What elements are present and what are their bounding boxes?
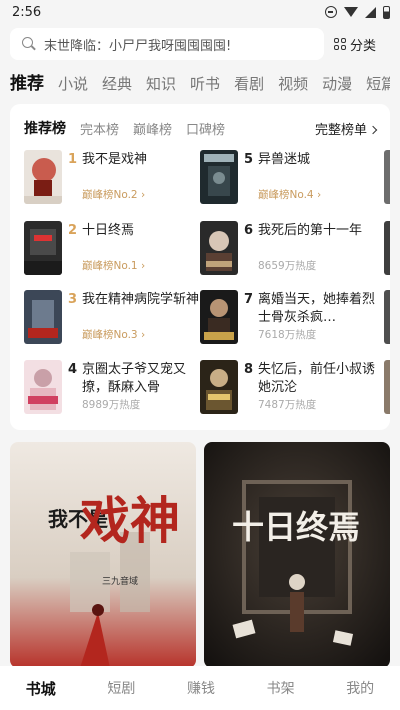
book-cover: [24, 150, 62, 204]
category-button[interactable]: 分类: [334, 35, 376, 54]
book-title: 我不是戏神: [82, 152, 148, 167]
status-bar: 2:56: [0, 0, 400, 24]
book-title: 京圈太子爷又宠又撩，酥麻入骨: [82, 362, 187, 395]
featured-book-2[interactable]: 十日终焉: [204, 442, 390, 668]
category-label: 分类: [350, 38, 377, 54]
nav-short-drama[interactable]: 短剧: [107, 678, 135, 698]
cover-text-big: 戏神: [80, 491, 180, 550]
book-item-1[interactable]: 1 我不是戏神 巅峰榜No.2 ›: [24, 150, 194, 204]
tab-video[interactable]: 视频: [278, 73, 308, 94]
tab-classic[interactable]: 经典: [102, 73, 132, 94]
book-item-5[interactable]: 5 异兽迷城 巅峰榜No.4 ›: [200, 150, 370, 204]
grid-icon: [334, 38, 346, 50]
rank-number: 2: [68, 223, 78, 238]
book-cover: [24, 360, 62, 414]
book-sub: 巅峰榜No.2 ›: [82, 189, 146, 201]
status-icons: [325, 5, 390, 19]
book-item-3[interactable]: 3 我在精神病院学斩神 巅峰榜No.3 ›: [24, 290, 199, 344]
full-list-link[interactable]: 完整榜单: [314, 119, 378, 138]
search-row: 末世降临：小尸尸我呀囤囤囤囤! 分类: [10, 28, 390, 60]
rank-number: 3: [68, 292, 78, 307]
signal-icon: [365, 6, 376, 18]
book-cover: [200, 360, 238, 414]
ranking-header: 推荐榜 完本榜 巅峰榜 口碑榜 完整榜单: [24, 118, 378, 138]
next-book-cover: [384, 150, 390, 204]
book-item-4[interactable]: 4 京圈太子爷又宠又撩，酥麻入骨 8989万热度: [24, 360, 194, 414]
book-sub: 7618万热度: [258, 329, 317, 341]
rank-tab-reputation[interactable]: 口碑榜: [186, 119, 225, 138]
book-item-2[interactable]: 2 十日终焉 巅峰榜No.1 ›: [24, 221, 194, 275]
book-title: 失忆后，前任小叔诱她沉沦: [258, 362, 376, 395]
rank-tab-recommend[interactable]: 推荐榜: [24, 118, 66, 138]
book-title: 十日终焉: [82, 223, 135, 238]
tab-novel[interactable]: 小说: [58, 73, 88, 94]
book-cover: [24, 290, 62, 344]
rank-number: 4: [68, 362, 78, 377]
tab-anime[interactable]: 动漫: [322, 73, 352, 94]
nav-earn[interactable]: 赚钱: [187, 678, 215, 698]
book-sub: 巅峰榜No.4 ›: [258, 189, 322, 201]
book-title: 我在精神病院学斩神: [82, 292, 200, 307]
cover-text: 十日终焉: [232, 508, 360, 546]
full-list-label: 完整榜单: [314, 122, 367, 138]
search-placeholder: 末世降临：小尸尸我呀囤囤囤囤!: [44, 38, 232, 54]
tab-audiobook[interactable]: 听书: [190, 73, 220, 94]
search-icon: [22, 37, 36, 51]
rank-number: 8: [244, 362, 254, 377]
book-sub: 8989万热度: [82, 399, 141, 411]
rank-number: 1: [68, 152, 78, 167]
tab-drama[interactable]: 看剧: [234, 73, 264, 94]
nav-bookshelf[interactable]: 书架: [267, 678, 295, 698]
rank-tab-complete[interactable]: 完本榜: [80, 119, 119, 138]
book-item-8[interactable]: 8 失忆后，前任小叔诱她沉沦 7487万热度: [200, 360, 375, 414]
battery-icon: [383, 5, 390, 19]
rank-tab-peak[interactable]: 巅峰榜: [133, 119, 172, 138]
nav-profile[interactable]: 我的: [346, 678, 374, 698]
book-item-6[interactable]: 6 我死后的第十一年 8659万热度: [200, 221, 370, 275]
rank-number: 6: [244, 223, 254, 238]
book-sub: 7487万热度: [258, 399, 317, 411]
next-book-cover: [384, 290, 390, 344]
book-item-7[interactable]: 7 离婚当天，她捧着烈士骨灰杀疯… 7618万热度: [200, 290, 375, 344]
book-cover: [200, 150, 238, 204]
tab-knowledge[interactable]: 知识: [146, 73, 176, 94]
book-cover: [200, 290, 238, 344]
ranking-card: 推荐榜 完本榜 巅峰榜 口碑榜 完整榜单 1 我不是戏神 巅峰榜No.2 › 2…: [10, 104, 390, 430]
top-tabs: 推荐 小说 经典 知识 听书 看剧 视频 动漫 短篇: [10, 68, 390, 94]
search-input[interactable]: 末世降临：小尸尸我呀囤囤囤囤!: [10, 28, 324, 60]
status-time: 2:56: [12, 4, 42, 20]
rank-number: 5: [244, 152, 254, 167]
book-sub: 巅峰榜No.3 ›: [82, 329, 146, 341]
next-book-cover: [384, 221, 390, 275]
tab-short[interactable]: 短篇: [366, 73, 390, 94]
book-cover: [24, 221, 62, 275]
book-title: 离婚当天，她捧着烈士骨灰杀疯…: [258, 292, 376, 325]
book-sub: 8659万热度: [258, 260, 317, 272]
wifi-icon: [344, 7, 358, 17]
bottom-nav: 书城 短剧 赚钱 书架 我的: [0, 666, 400, 710]
book-title: 异兽迷城: [258, 152, 311, 167]
featured-book-1[interactable]: 我不是 戏神 三九音域: [10, 442, 196, 668]
book-title: 我死后的第十一年: [258, 223, 363, 238]
cover-publisher: 三九音域: [102, 575, 138, 587]
next-book-cover: [384, 360, 390, 414]
book-cover: [200, 221, 238, 275]
chevron-right-icon: [368, 125, 378, 134]
book-sub: 巅峰榜No.1 ›: [82, 260, 146, 272]
do-not-disturb-icon: [325, 6, 337, 18]
rank-number: 7: [244, 292, 254, 307]
nav-bookstore[interactable]: 书城: [26, 678, 56, 699]
tab-recommend[interactable]: 推荐: [10, 69, 44, 94]
